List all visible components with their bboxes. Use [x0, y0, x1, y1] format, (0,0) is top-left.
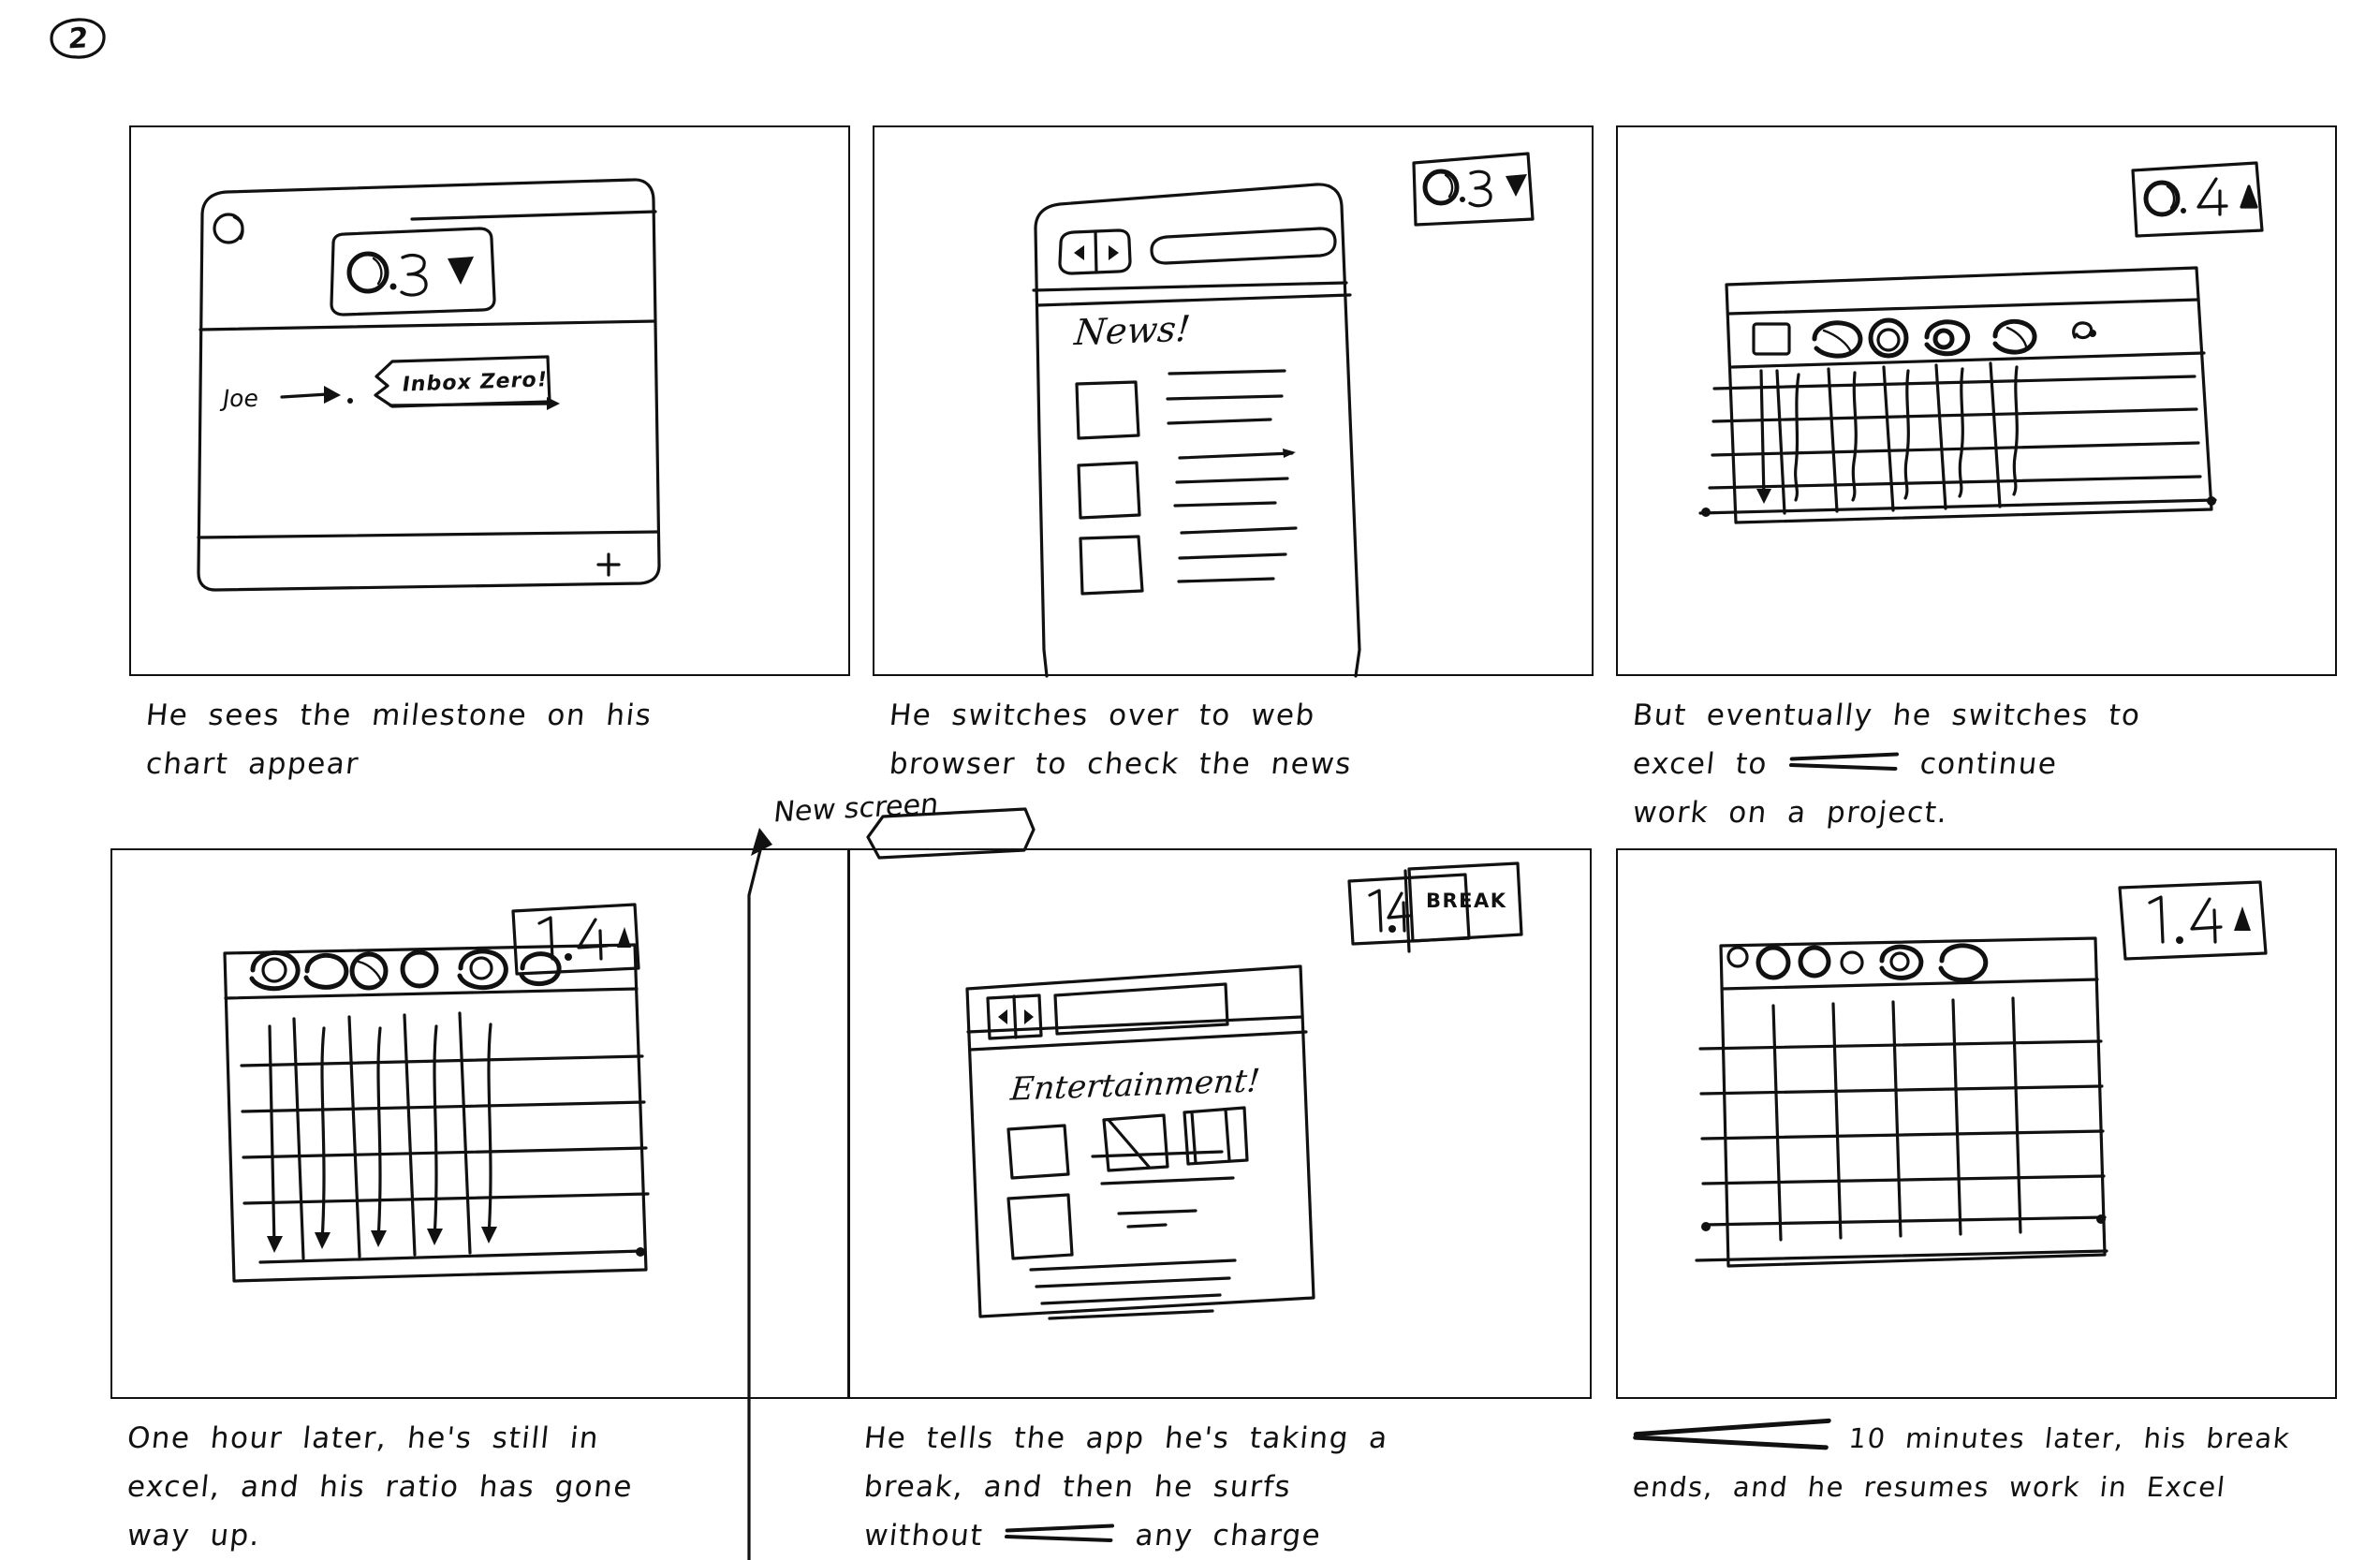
caption-line: excel to xxxx continue — [1630, 740, 2328, 788]
panel-3-caption: But eventually he switches to excel to x… — [1630, 691, 2328, 837]
panel-4-caption: One hour later, he's still in excel, and… — [125, 1414, 837, 1560]
caption-line: break, and then he surfs — [862, 1470, 1294, 1504]
panel-6-metric-badge-sketch[interactable] — [1616, 848, 2337, 1399]
panel-4-metric-badge-sketch[interactable] — [110, 848, 850, 1399]
storyboard-panel-4: One hour later, he's still in excel, and… — [110, 848, 850, 1560]
caption-line: He switches over to web — [888, 699, 1317, 732]
panel-6-caption: xxxxxx 10 minutes later, his break ends,… — [1630, 1414, 2328, 1511]
new-screen-arrow-icon — [747, 828, 772, 1560]
struck-out-word: xxxx — [1785, 740, 1903, 788]
panel-1-caption: He sees the milestone on his chart appea… — [144, 691, 838, 788]
storyboard-panel-5: Entertainment! BREAK New screen He tells… — [747, 787, 1592, 1560]
storyboard-panel-1: Joe Inbox Zero! He sees the milestone on… — [129, 125, 850, 837]
caption-line: excel, and his ratio has gone — [125, 1470, 635, 1504]
caption-line: browser to check the news — [888, 747, 1354, 781]
caption-line: work on a project. — [1631, 796, 1950, 830]
panel-2-metric-badge-sketch[interactable] — [873, 125, 1594, 676]
storyboard-panel-3: But eventually he switches to excel to x… — [1616, 125, 2337, 837]
caption-line: ends, and he resumes work in Excel — [1631, 1471, 2228, 1503]
caption-line: One hour later, he's still in — [125, 1421, 602, 1455]
panel-3-metric-badge-sketch[interactable] — [1616, 125, 2337, 676]
struck-out-phrase: xxxxxx — [1630, 1414, 1831, 1463]
page-number-label: 2 — [66, 21, 90, 56]
caption-line: chart appear — [144, 747, 361, 781]
struck-out-word: xxxx — [1001, 1511, 1118, 1560]
caption-line: He sees the milestone on his — [144, 699, 654, 732]
caption-line: without xxxx any charge — [861, 1511, 1581, 1560]
panel-5-caption: He tells the app he's taking a break, an… — [861, 1414, 1581, 1560]
inbox-zero-callout-shape — [374, 355, 560, 410]
panel-2-caption: He switches over to web browser to check… — [888, 691, 1581, 788]
caption-line: way up. — [125, 1519, 263, 1553]
storyboard-panel-6: xxxxxx 10 minutes later, his break ends,… — [1616, 848, 2337, 1560]
caption-line: He tells the app he's taking a — [862, 1421, 1390, 1455]
storyboard-grid: Joe Inbox Zero! He sees the milestone on… — [0, 0, 2380, 1560]
caption-line: xxxxxx 10 minutes later, his break — [1630, 1414, 2328, 1463]
storyboard-panel-2: News! He switches over to web browser to… — [873, 125, 1594, 837]
caption-line: But eventually he switches to — [1631, 699, 2143, 732]
